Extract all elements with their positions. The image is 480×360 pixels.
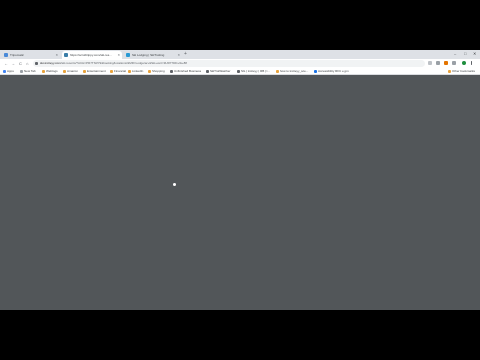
folder-icon: [276, 70, 279, 73]
page-icon: [20, 70, 23, 73]
bookmark-label: Financial: [114, 69, 127, 73]
bookmark-weblogs[interactable]: Weblogs: [42, 69, 58, 74]
tab-title: Ski Lodging | SkiTrotting: [132, 53, 165, 57]
site-favicon-icon: [64, 53, 68, 57]
minimize-button[interactable]: –: [454, 50, 456, 58]
url-path: /ski-resorts/?ACH=PR7TN3Y9&booking/locat…: [60, 61, 187, 65]
tab-title: Tripomatic: [10, 53, 24, 57]
menu-icon[interactable]: [471, 61, 472, 65]
tab-title: https://scrolltrippy.com/ski-res...: [70, 53, 112, 57]
bookmark-label: how to trotteyy_sce...: [280, 69, 309, 73]
close-window-button[interactable]: ✕: [473, 50, 476, 58]
bookmark-amazon[interactable]: Amazon: [63, 69, 78, 74]
folder-icon: [128, 70, 131, 73]
bookmark-label: SG | trotteyy | RB | l...: [241, 69, 270, 73]
lock-icon[interactable]: [35, 61, 38, 65]
address-bar[interactable]: ski-trotteyy.com/ski-resorts/?ACH=PR7TN3…: [33, 60, 425, 67]
apps-grid-icon: [3, 70, 6, 73]
extension-icon[interactable]: [436, 61, 440, 65]
bookmark-entertainment[interactable]: Entertainment: [83, 69, 106, 74]
extension-icon[interactable]: [444, 61, 448, 65]
page-icon: [314, 70, 317, 73]
page-icon: [170, 70, 173, 73]
bookmark-label: Entertainment: [87, 69, 106, 73]
letterbox-bottom: [0, 310, 480, 360]
page-icon: [206, 70, 209, 73]
folder-icon: [83, 70, 86, 73]
browser-window: Tripomatic ✕ https://scrolltrippy.com/sk…: [0, 50, 480, 310]
bookmark-new-tab[interactable]: New Tab: [20, 69, 36, 74]
bookmark-unfinished-business[interactable]: Unfinished Business: [170, 69, 201, 74]
bookmark-skitrotwatcher[interactable]: SkiTrotWatcher: [206, 69, 230, 74]
skitrotting-favicon-icon: [126, 53, 130, 57]
folder-icon: [448, 70, 451, 73]
letterbox-top: [0, 0, 480, 50]
page-icon: [237, 70, 240, 73]
tab-ski-lodging[interactable]: Ski Lodging | SkiTrotting ✕: [124, 51, 182, 59]
bookmark-label: Amazon: [67, 69, 79, 73]
folder-icon: [42, 70, 45, 73]
bookmark-label: Other bookmarks: [452, 69, 476, 73]
profile-avatar-icon[interactable]: [462, 61, 466, 65]
bookmark-star-icon[interactable]: [428, 61, 432, 65]
bookmark-apps[interactable]: Apps: [3, 69, 14, 74]
bookmark-label: Accessibility RFC e.jpn: [318, 69, 349, 73]
tab-strip: Tripomatic ✕ https://scrolltrippy.com/sk…: [0, 50, 480, 59]
close-tab-icon[interactable]: ✕: [177, 53, 180, 57]
maximize-button[interactable]: □: [464, 50, 466, 58]
tab-tripomatic[interactable]: Tripomatic ✕: [2, 51, 60, 59]
bookmark-sg-trotteyy[interactable]: SG | trotteyy | RB | l...: [237, 69, 270, 74]
bookmark-label: Unfinished Business: [174, 69, 202, 73]
bookmark-label: Shopping: [152, 69, 165, 73]
folder-icon: [63, 70, 66, 73]
bookmark-shopping[interactable]: Shopping: [148, 69, 165, 74]
reload-button[interactable]: C: [19, 60, 22, 67]
bookmark-accessibility-rfc[interactable]: Accessibility RFC e.jpn: [314, 69, 349, 74]
bookmark-label: LinkedIn: [132, 69, 144, 73]
home-button[interactable]: ⌂: [26, 60, 28, 67]
folder-icon: [148, 70, 151, 73]
forward-button[interactable]: →: [11, 60, 15, 67]
bookmark-financial[interactable]: Financial: [110, 69, 126, 74]
bookmark-label: Weblogs: [46, 69, 58, 73]
bookmarks-bar: Apps New Tab Weblogs Amazon Entertainmen…: [0, 68, 480, 75]
folder-icon: [110, 70, 113, 73]
tripomatic-favicon-icon: [4, 53, 8, 57]
bookmark-label: Apps: [7, 69, 14, 73]
close-tab-icon[interactable]: ✕: [117, 53, 120, 57]
url-host: ski-trotteyy.com: [40, 61, 61, 65]
bookmark-linkedin[interactable]: LinkedIn: [128, 69, 143, 74]
mouse-cursor: [173, 183, 176, 186]
toolbar: ← → C ⌂ ski-trotteyy.com/ski-resorts/?AC…: [0, 59, 480, 68]
tab-active-page[interactable]: https://scrolltrippy.com/ski-res... ✕: [62, 51, 122, 59]
bookmark-label: New Tab: [24, 69, 36, 73]
back-button[interactable]: ←: [4, 60, 8, 67]
bookmark-other-bookmarks[interactable]: Other bookmarks: [448, 69, 475, 74]
close-tab-icon[interactable]: ✕: [55, 53, 58, 57]
new-tab-button[interactable]: +: [184, 51, 187, 58]
bookmark-how-to-trotteyy[interactable]: how to trotteyy_sce...: [276, 69, 308, 74]
extension-icon[interactable]: [452, 61, 456, 65]
page-content-area[interactable]: [0, 75, 480, 310]
bookmark-label: SkiTrotWatcher: [210, 69, 231, 73]
